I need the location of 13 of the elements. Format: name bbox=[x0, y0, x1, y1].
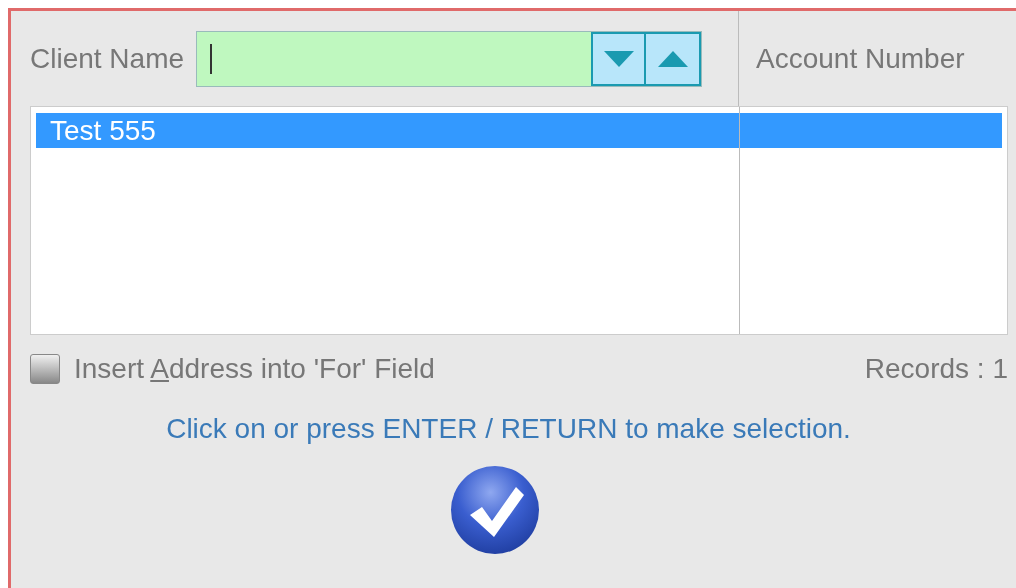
checkbox[interactable] bbox=[30, 354, 60, 384]
client-name-field[interactable] bbox=[196, 30, 703, 87]
list-row[interactable]: Test 555 bbox=[36, 113, 1002, 148]
instruction-text: Click on or press ENTER / RETURN to make selection. bbox=[165, 413, 852, 445]
column-header: Account Number bbox=[756, 42, 965, 75]
ok-button[interactable] bbox=[449, 465, 540, 555]
up-arrow-icon bbox=[657, 50, 688, 67]
next-button[interactable] bbox=[591, 31, 647, 86]
down-arrow-icon bbox=[603, 50, 634, 67]
field-label: Client Name bbox=[30, 42, 185, 75]
previous-button[interactable] bbox=[646, 31, 702, 86]
records-count: Records : 1 bbox=[864, 353, 1008, 385]
checkmark-icon bbox=[449, 465, 540, 555]
